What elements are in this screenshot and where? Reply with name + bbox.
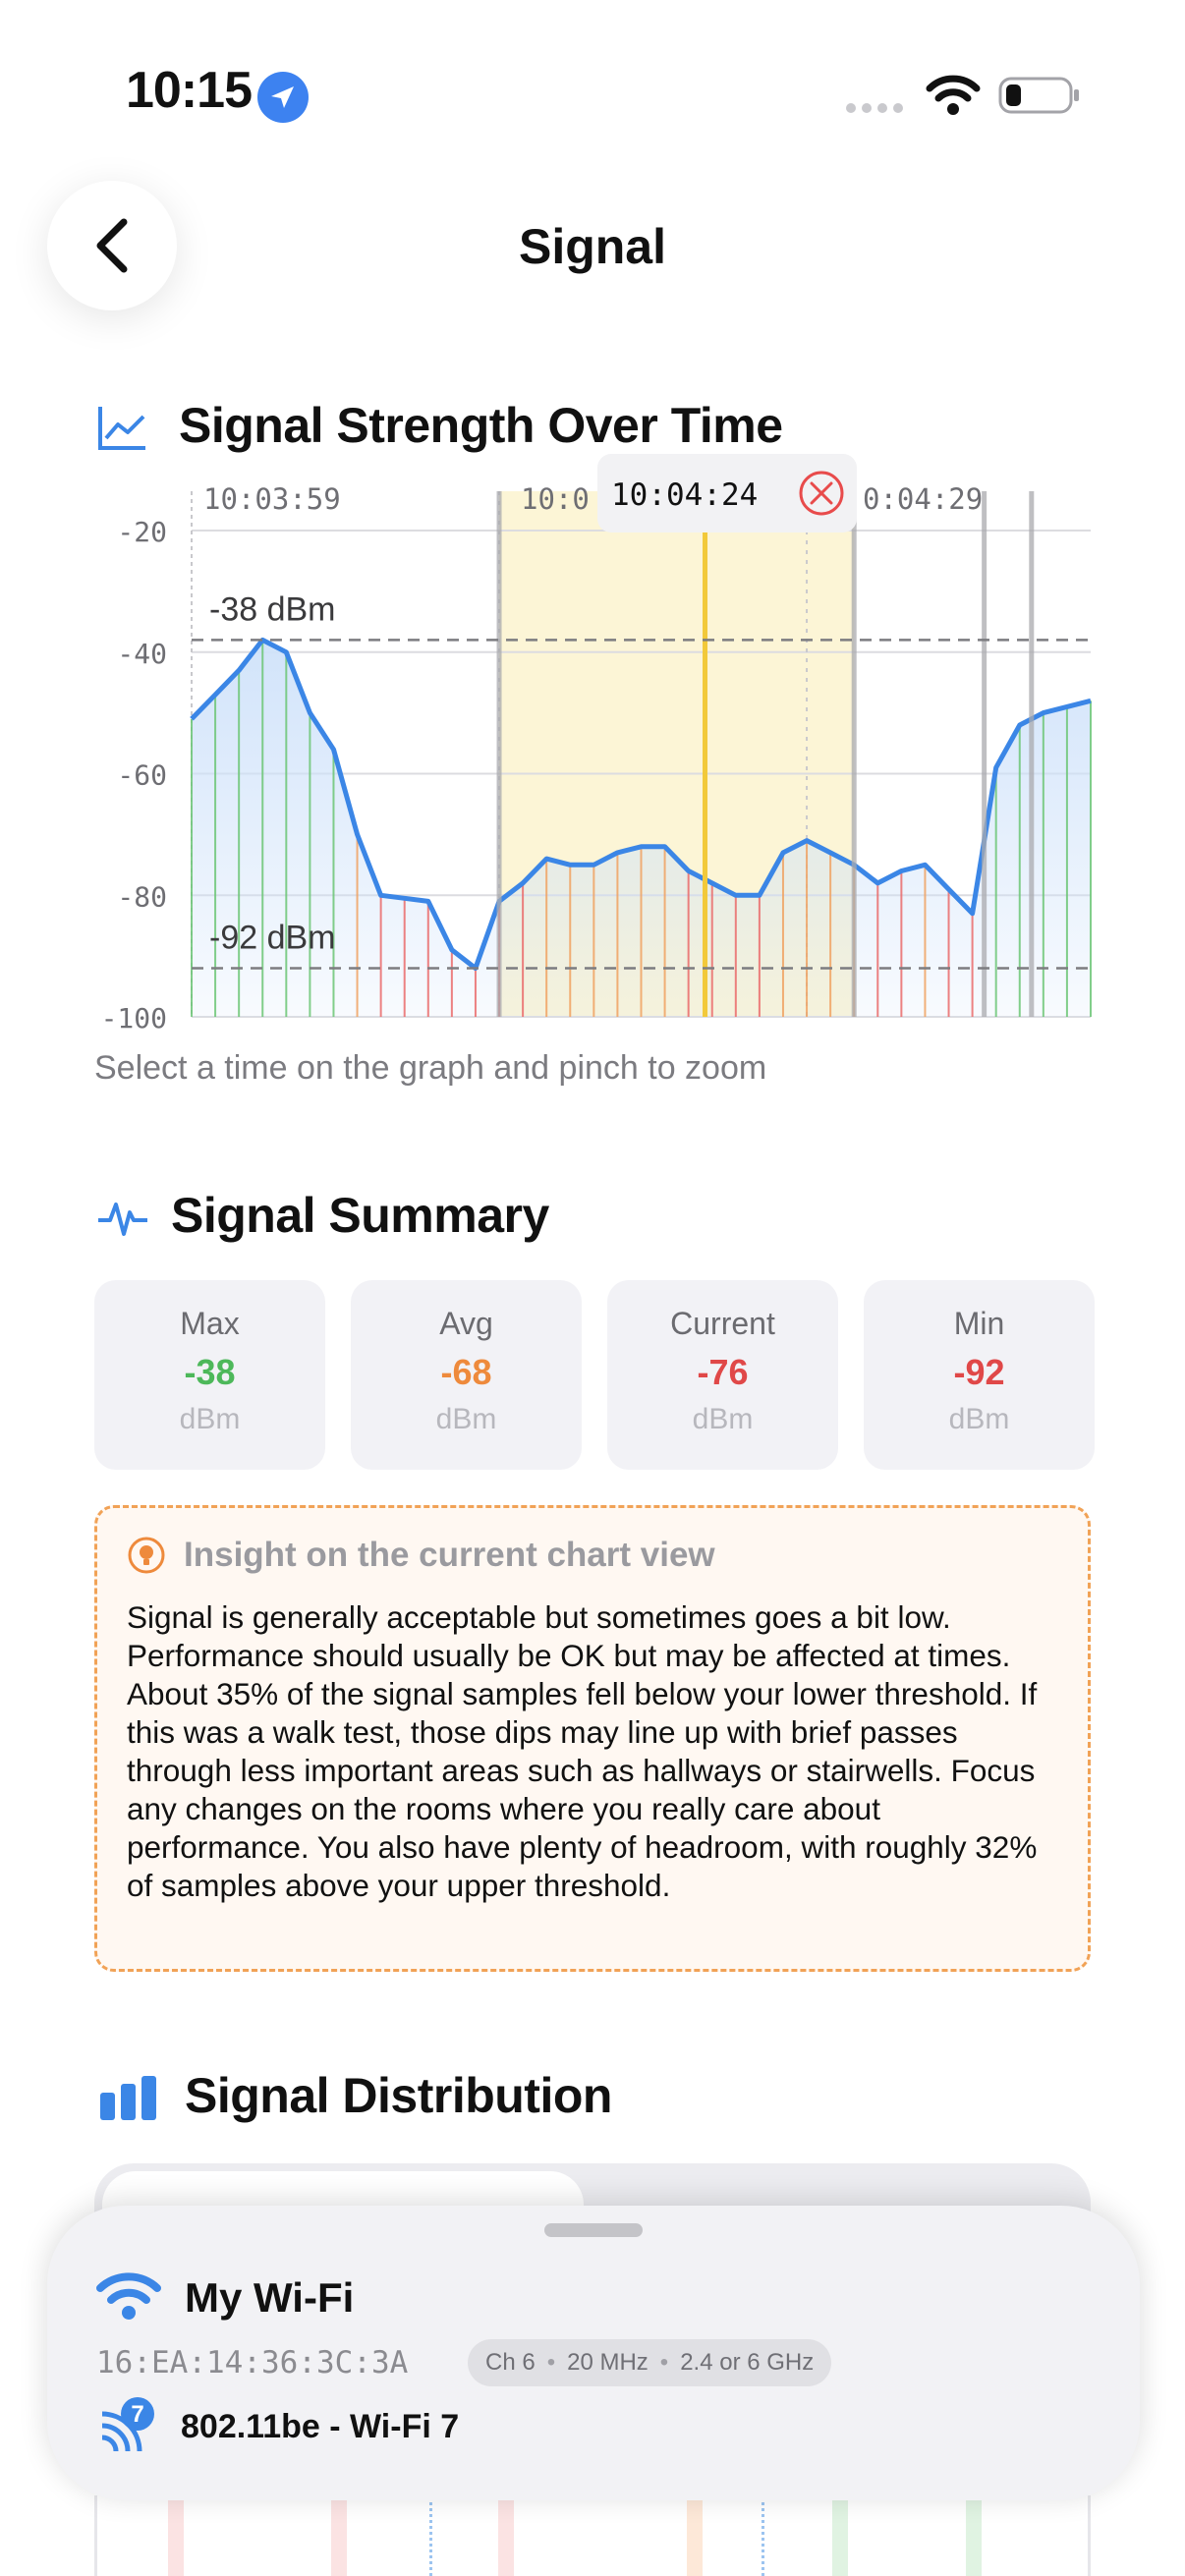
x-tick-label: 10:0 <box>521 482 590 516</box>
wifi-status-icon <box>926 75 981 115</box>
y-tick-label: -80 <box>117 880 167 913</box>
y-tick-label: -100 <box>101 1002 167 1035</box>
signal-strength-chart[interactable]: -20 -40 -60 -80 -100 10:03:59 10:0 0:04:29 -38 d… <box>0 432 1185 1041</box>
battery-icon <box>998 77 1079 114</box>
summary-unit: dBm <box>692 1403 754 1435</box>
insight-title: Insight on the current chart view <box>184 1536 715 1574</box>
summary-value: -68 <box>440 1352 492 1392</box>
chart-hint: Select a time on the graph and pinch to … <box>94 1049 767 1087</box>
lightbulb-icon <box>128 1537 165 1574</box>
threshold-label: -38 dBm <box>209 590 336 628</box>
page-title: Signal <box>518 219 667 274</box>
pulse-icon <box>98 1203 147 1236</box>
network-name: My Wi-Fi <box>185 2274 355 2321</box>
channel-info-chip: Ch 6 • 20 MHz • 2.4 or 6 GHz <box>468 2339 832 2386</box>
y-tick-label: -60 <box>117 759 167 792</box>
summary-value: -76 <box>697 1352 749 1392</box>
tooltip-time: 10:04:24 <box>611 477 758 513</box>
insight-box: Insight on the current chart view Signal… <box>94 1505 1091 1972</box>
bssid: 16:EA:14:36:3C:3A <box>96 2345 409 2380</box>
channel-width: 20 MHz <box>567 2349 649 2376</box>
summary-card-current: Current -76 dBm <box>607 1280 838 1470</box>
x-tick-label: 10:03:59 <box>203 482 341 516</box>
summary-label: Current <box>670 1306 775 1341</box>
threshold-label: -92 dBm <box>209 920 336 957</box>
wifi-icon <box>96 2272 161 2320</box>
distribution-chart <box>94 2495 1091 2576</box>
summary-card-max: Max -38 dBm <box>94 1280 325 1470</box>
distribution-section-title: Signal Distribution <box>185 2068 612 2123</box>
bar-chart-icon <box>100 2076 156 2120</box>
y-tick-label: -20 <box>117 516 167 548</box>
summary-value: -38 <box>184 1352 236 1392</box>
summary-unit: dBm <box>435 1403 497 1435</box>
wifi-standard: 802.11be - Wi-Fi 7 <box>181 2408 460 2445</box>
summary-card-min: Min -92 dBm <box>864 1280 1095 1470</box>
channel: Ch 6 <box>485 2349 536 2376</box>
wifi-7-badge: 7 <box>131 2401 143 2428</box>
y-tick-label: -40 <box>117 638 167 670</box>
summary-label: Max <box>180 1306 240 1341</box>
cellular-signal-icon <box>846 103 903 113</box>
summary-section-title: Signal Summary <box>171 1188 549 1243</box>
summary-label: Avg <box>439 1306 493 1341</box>
sheet-grabber[interactable] <box>544 2223 643 2237</box>
wifi-7-icon: 7 <box>101 2397 154 2452</box>
network-info-sheet[interactable]: My Wi-Fi 16:EA:14:36:3C:3A Ch 6 • 20 MHz… <box>47 2206 1140 2500</box>
summary-value: -92 <box>953 1352 1005 1392</box>
location-arrow-icon <box>257 72 309 123</box>
status-time: 10:15 <box>126 62 253 119</box>
summary-unit: dBm <box>179 1403 241 1435</box>
band: 2.4 or 6 GHz <box>680 2349 815 2376</box>
summary-label: Min <box>953 1306 1005 1341</box>
insight-text: Signal is generally acceptable but somet… <box>127 1599 1038 1903</box>
x-tick-label: 0:04:29 <box>863 482 983 516</box>
summary-unit: dBm <box>948 1403 1010 1435</box>
summary-card-avg: Avg -68 dBm <box>351 1280 582 1470</box>
selected-time-tooltip[interactable]: 10:04:24 <box>597 454 857 532</box>
